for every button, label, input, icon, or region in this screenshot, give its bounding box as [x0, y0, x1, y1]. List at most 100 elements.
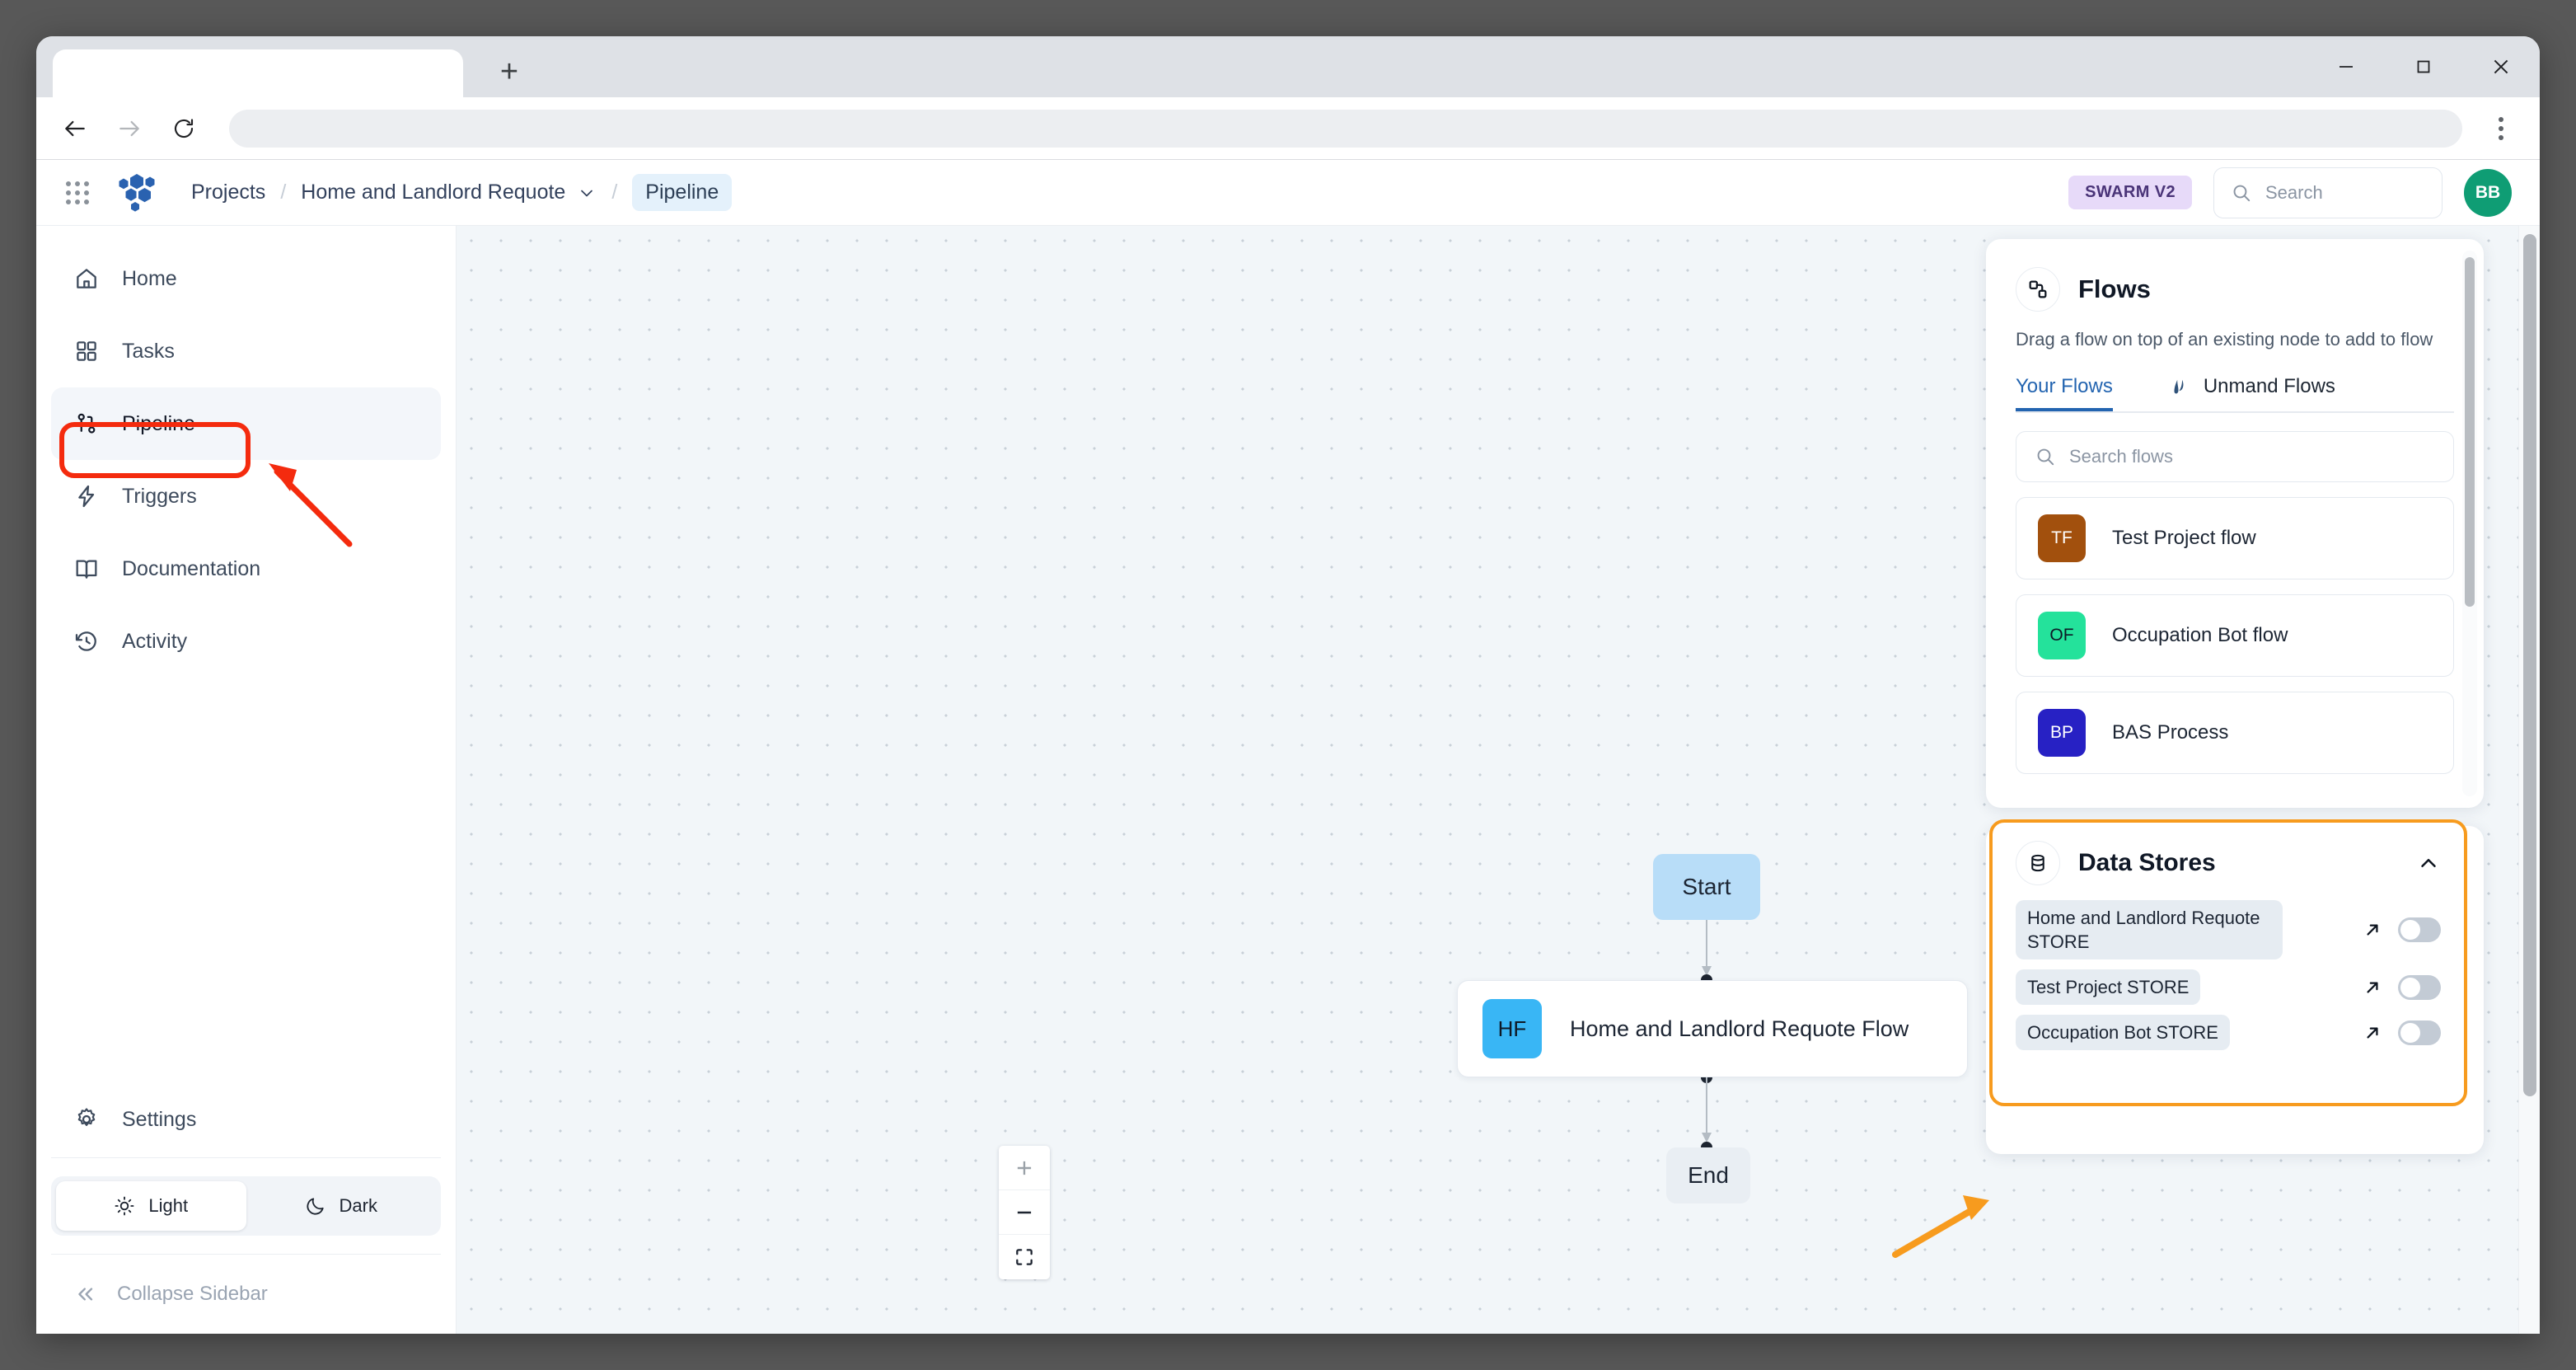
pipeline-branch-icon [73, 410, 101, 438]
sidebar-bottom: Settings Light Dark Collapse Sidebar [36, 1081, 456, 1334]
sidebar-item-settings[interactable]: Settings [51, 1081, 441, 1157]
collapse-sidebar-label: Collapse Sidebar [117, 1283, 268, 1305]
tab-label: Unmand Flows [2203, 375, 2335, 398]
grid-squares-icon [73, 337, 101, 365]
data-store-name[interactable]: Home and Landlord Requote STORE [2016, 900, 2283, 960]
canvas-zoom-controls [999, 1146, 1050, 1279]
flow-nodes-icon [2016, 267, 2060, 312]
fit-view-icon [1016, 1249, 1033, 1265]
node-badge: HF [1482, 999, 1542, 1058]
list-item[interactable]: OF Occupation Bot flow [2016, 594, 2454, 678]
breadcrumb-item-pipeline[interactable]: Pipeline [632, 174, 733, 211]
unmand-leaf-logo-icon [2174, 380, 2184, 394]
sidebar-item-activity[interactable]: Activity [51, 605, 441, 678]
close-button[interactable] [2462, 36, 2540, 97]
flows-panel-title: Flows [2078, 274, 2151, 303]
data-store-name[interactable]: Test Project STORE [2016, 969, 2201, 1006]
maximize-button[interactable] [2385, 36, 2462, 97]
arrow-right-icon [119, 120, 139, 136]
scrollbar-thumb[interactable] [2523, 234, 2536, 1096]
theme-option-light[interactable]: Light [56, 1181, 246, 1231]
sidebar: Home Tasks Pipeline Triggers Documentati… [36, 226, 457, 1334]
sidebar-item-documentation[interactable]: Documentation [51, 533, 441, 605]
data-stores-collapse-button[interactable] [2416, 851, 2441, 875]
tab-unmand-flows[interactable]: Unmand Flows [2169, 370, 2335, 411]
page-scrollbar[interactable] [2518, 226, 2540, 1334]
external-link-icon[interactable] [2362, 919, 2383, 941]
chevron-down-icon [581, 190, 593, 196]
flow-name: BAS Process [2112, 721, 2229, 744]
flows-panel-scrollbar[interactable] [2462, 251, 2477, 796]
external-link-icon[interactable] [2362, 977, 2383, 998]
minus-icon [1017, 1211, 1032, 1213]
sidebar-item-triggers[interactable]: Triggers [51, 460, 441, 533]
data-store-toggle[interactable] [2398, 917, 2441, 943]
flows-search-input[interactable]: Search flows [2016, 431, 2454, 483]
sidebar-divider [51, 1157, 441, 1158]
search-icon [2233, 185, 2250, 201]
apps-grid-icon[interactable] [59, 175, 96, 211]
back-button[interactable] [48, 101, 102, 156]
list-item: Home and Landlord Requote STORE [2016, 900, 2441, 960]
sun-icon [115, 1196, 134, 1216]
flows-panel: Flows Drag a flow on top of an existing … [1986, 239, 2484, 808]
sidebar-item-pipeline[interactable]: Pipeline [51, 387, 441, 460]
tab-your-flows[interactable]: Your Flows [2016, 370, 2113, 411]
pipeline-canvas[interactable]: Start HF Home and Landlord Requote Flow … [457, 226, 2540, 1334]
zoom-out-button[interactable] [999, 1190, 1050, 1235]
flows-panel-header: Flows [1986, 239, 2484, 312]
chevron-double-left-icon [78, 1288, 93, 1301]
reload-icon [174, 118, 194, 138]
breadcrumb-item-project[interactable]: Home and Landlord Requote [301, 181, 565, 204]
external-link-icon[interactable] [2362, 1022, 2383, 1044]
data-stores-list: Home and Landlord Requote STORE Test Pro… [1993, 900, 2464, 1051]
project-dropdown-button[interactable] [577, 183, 597, 203]
pipeline-node-start[interactable]: Start [1653, 854, 1760, 920]
sidebar-item-label: Pipeline [122, 411, 195, 435]
moon-icon [306, 1198, 324, 1215]
list-item[interactable]: BP BAS Process [2016, 692, 2454, 775]
flows-list: TF Test Project flow OF Occupation Bot f… [2016, 497, 2454, 775]
user-avatar[interactable]: BB [2464, 168, 2512, 217]
maximize-icon [2417, 60, 2430, 73]
collapse-sidebar-button[interactable]: Collapse Sidebar [36, 1255, 456, 1334]
data-store-toggle[interactable] [2398, 1020, 2441, 1045]
forward-button[interactable] [102, 101, 157, 156]
fit-view-button[interactable] [999, 1235, 1050, 1279]
node-label: Home and Landlord Requote Flow [1570, 1016, 1909, 1041]
new-tab-button[interactable]: + [488, 54, 531, 89]
flows-search-placeholder: Search flows [2069, 446, 2173, 467]
pipeline-node-end[interactable]: End [1666, 1147, 1750, 1203]
gear-icon [73, 1105, 101, 1133]
data-store-toggle[interactable] [2398, 974, 2441, 1000]
browser-window: + Projects / Home and Landlord Requote /… [36, 36, 2540, 1334]
breadcrumb-item-projects[interactable]: Projects [191, 181, 265, 204]
scrollbar-thumb[interactable] [2465, 257, 2475, 607]
browser-tab[interactable] [53, 49, 463, 97]
chevron-up-icon [2421, 859, 2436, 867]
swarm-version-badge[interactable]: SWARM V2 [2068, 176, 2192, 209]
data-stores-header: Data Stores [1993, 823, 2464, 885]
list-item[interactable]: TF Test Project flow [2016, 497, 2454, 580]
browser-tab-strip: + [36, 36, 2540, 97]
address-bar[interactable] [229, 109, 2462, 148]
pipeline-node-flow[interactable]: HF Home and Landlord Requote Flow [1457, 980, 1968, 1077]
minimize-button[interactable] [2307, 36, 2385, 97]
sidebar-item-home[interactable]: Home [51, 242, 441, 315]
data-store-name[interactable]: Occupation Bot STORE [2016, 1015, 2230, 1051]
reload-button[interactable] [157, 101, 211, 156]
browser-menu-button[interactable] [2477, 105, 2525, 152]
sidebar-item-label: Triggers [122, 484, 197, 508]
hexagon-cluster-logo-icon[interactable] [115, 171, 158, 214]
global-search-input[interactable]: Search [2213, 167, 2443, 218]
flow-initials-badge: TF [2038, 514, 2086, 563]
window-controls [2307, 36, 2540, 97]
sidebar-item-tasks[interactable]: Tasks [51, 315, 441, 387]
kebab-dot [2499, 116, 2503, 122]
zoom-in-button[interactable] [999, 1146, 1050, 1190]
data-stores-panel: Data Stores Home and Landlord Requote ST… [1989, 819, 2467, 1106]
sidebar-item-label: Home [122, 266, 177, 290]
theme-option-dark[interactable]: Dark [246, 1181, 437, 1231]
database-icon [2016, 841, 2060, 885]
sidebar-nav-list: Home Tasks Pipeline Triggers Documentati… [36, 226, 456, 678]
